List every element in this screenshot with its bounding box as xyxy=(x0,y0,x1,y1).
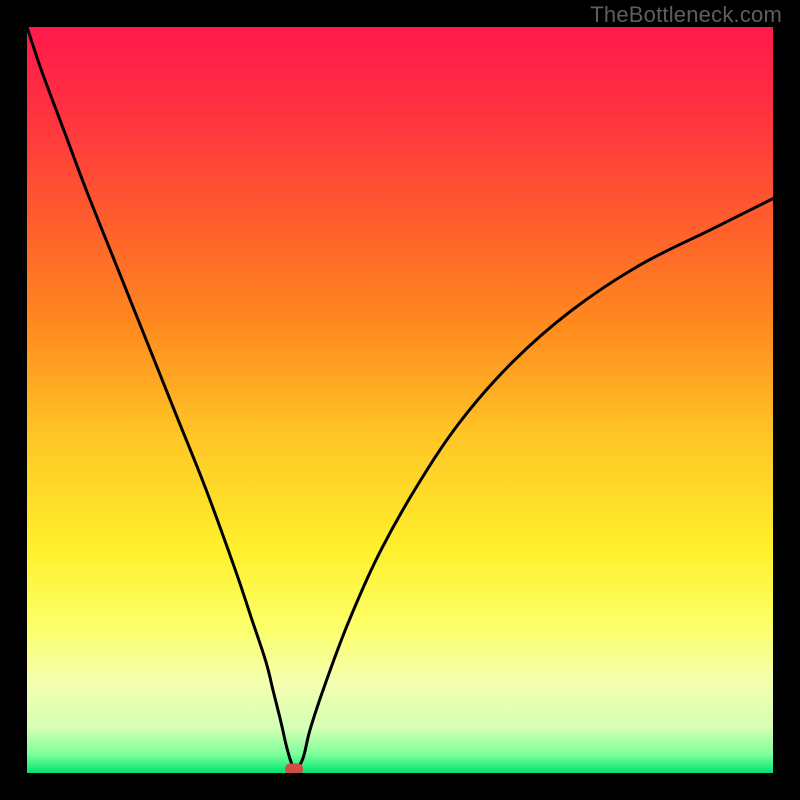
plot-area xyxy=(27,27,773,773)
chart-frame: TheBottleneck.com xyxy=(0,0,800,800)
watermark-text: TheBottleneck.com xyxy=(590,2,782,28)
chart-svg xyxy=(27,27,773,773)
optimal-marker xyxy=(285,764,303,773)
gradient-background xyxy=(27,27,773,773)
